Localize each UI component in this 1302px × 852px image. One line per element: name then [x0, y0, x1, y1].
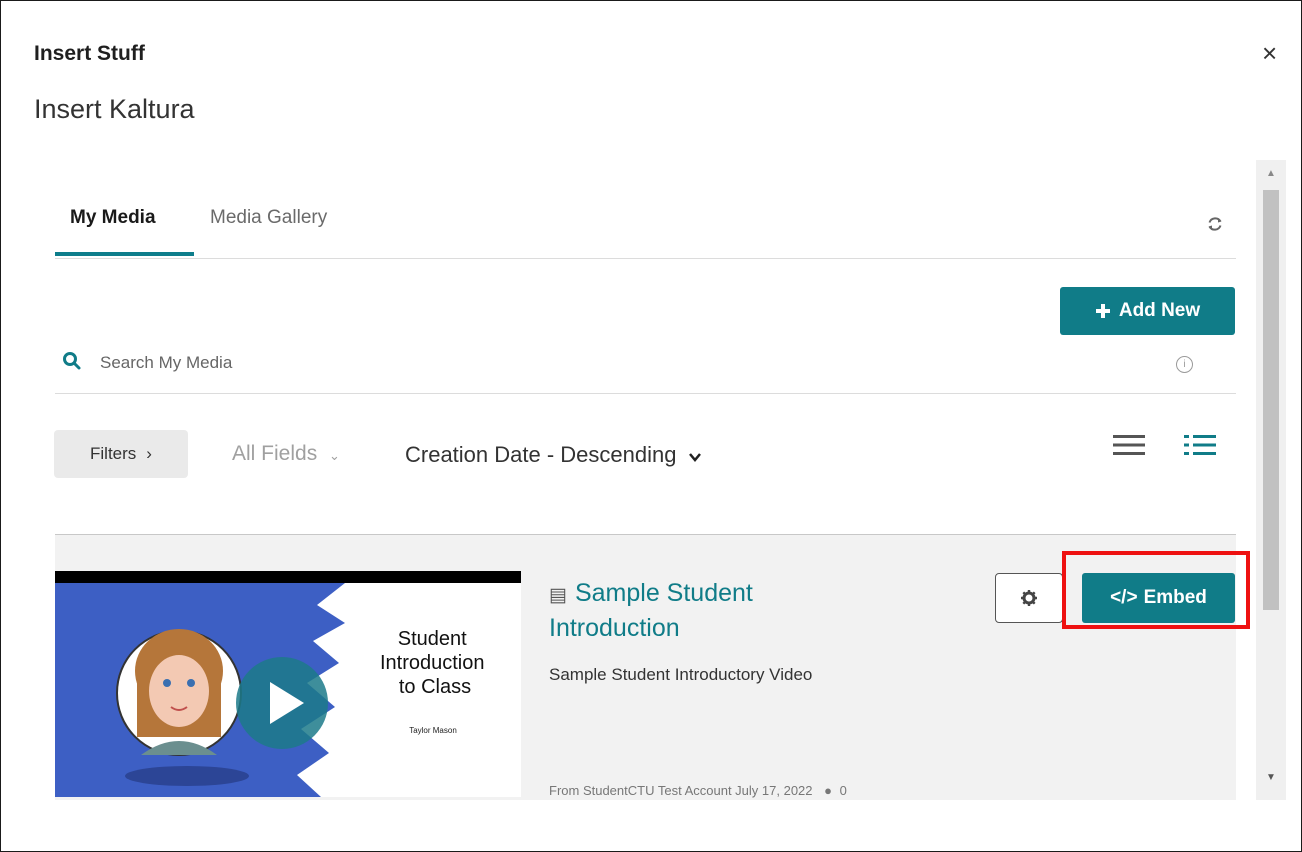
- comment-icon: ●: [824, 783, 832, 798]
- search-divider: [55, 393, 1236, 394]
- filters-button[interactable]: Filters ›: [54, 430, 188, 478]
- scroll-thumb[interactable]: [1263, 190, 1279, 610]
- dialog-subtitle: Insert Kaltura: [34, 94, 195, 124]
- info-icon[interactable]: i: [1176, 356, 1193, 373]
- media-title-link[interactable]: ▤ Sample Student Introduction: [549, 577, 849, 644]
- tab-media-gallery[interactable]: Media Gallery: [210, 207, 327, 229]
- embed-highlight-box: [1062, 551, 1250, 629]
- film-icon: ▤: [549, 585, 567, 606]
- sort-dropdown[interactable]: Creation Date - Descending: [405, 442, 701, 468]
- all-fields-label: All Fields: [232, 442, 318, 465]
- media-meta: From StudentCTU Test Account July 17, 20…: [549, 783, 847, 798]
- chevron-down-icon: ⌄: [329, 448, 340, 463]
- add-new-label: Add New: [1118, 300, 1201, 321]
- video-thumbnail[interactable]: Student Introduction to Class Taylor Mas…: [55, 571, 521, 797]
- media-meta-text: From StudentCTU Test Account July 17, 20…: [549, 783, 813, 798]
- search-icon: [62, 351, 82, 376]
- media-description: Sample Student Introductory Video: [549, 665, 813, 684]
- add-new-button[interactable]: Add New: [1060, 287, 1235, 335]
- thumbnail-heading-line: Introduction: [380, 652, 485, 674]
- chevron-right-icon: ›: [146, 444, 152, 463]
- settings-button[interactable]: [995, 573, 1063, 623]
- chevron-down-icon: [688, 453, 701, 462]
- media-title-text: Sample Student Introduction: [549, 579, 753, 642]
- thumbnail-author: Taylor Mason: [409, 726, 457, 735]
- active-tab-indicator: [55, 252, 194, 256]
- filters-label: Filters: [90, 444, 137, 463]
- thumbnail-heading-line: to Class: [399, 676, 471, 698]
- scroll-up-arrow-icon[interactable]: ▲: [1256, 168, 1286, 179]
- vertical-scrollbar[interactable]: ▲ ▼: [1256, 160, 1286, 800]
- gear-icon: [1021, 590, 1037, 606]
- search-input[interactable]: [100, 348, 1000, 378]
- refresh-icon[interactable]: [1206, 215, 1224, 239]
- scroll-down-arrow-icon[interactable]: ▼: [1256, 772, 1286, 783]
- close-icon[interactable]: ×: [1262, 40, 1277, 66]
- plus-icon: [1095, 304, 1110, 318]
- tabs-divider: [55, 258, 1236, 259]
- detailed-view-icon[interactable]: [1184, 433, 1216, 462]
- thumbnail-heading-line: Student: [398, 628, 467, 650]
- tab-my-media[interactable]: My Media: [70, 207, 156, 229]
- comment-count: 0: [839, 783, 847, 798]
- sort-label: Creation Date - Descending: [405, 442, 677, 467]
- list-view-icon[interactable]: [1113, 433, 1145, 462]
- all-fields-dropdown[interactable]: All Fields ⌄: [232, 442, 340, 466]
- dialog-title: Insert Stuff: [34, 42, 145, 65]
